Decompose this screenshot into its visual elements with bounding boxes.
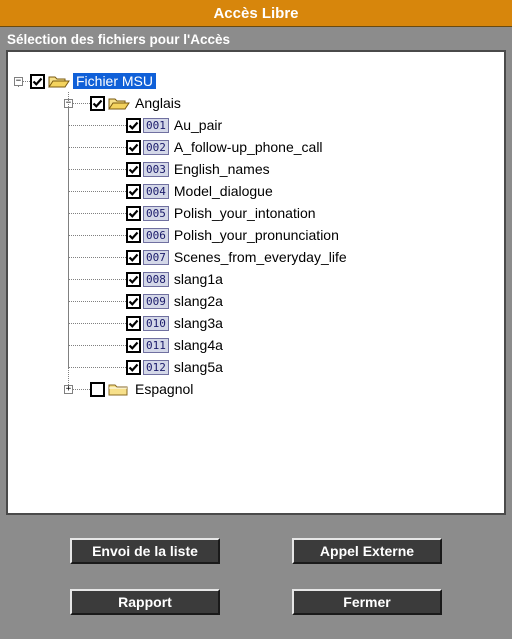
tree-connector xyxy=(68,92,69,385)
tree-connector xyxy=(68,323,126,324)
tree-connector xyxy=(23,81,30,82)
tree-item[interactable]: 009 slang2a xyxy=(126,290,223,312)
tree-item[interactable]: 003 English_names xyxy=(126,158,270,180)
item-number-badge: 011 xyxy=(143,337,169,353)
item-number-badge: 009 xyxy=(143,293,169,309)
checkbox-item[interactable] xyxy=(126,249,141,265)
item-label[interactable]: Polish_your_pronunciation xyxy=(174,227,339,243)
item-number-badge: 007 xyxy=(143,249,169,265)
checkbox-item[interactable] xyxy=(126,315,141,331)
checkbox-folder[interactable] xyxy=(90,381,105,397)
folder-open-icon xyxy=(48,76,70,87)
tree-item[interactable]: 007 Scenes_from_everyday_life xyxy=(126,246,347,268)
tree-connector xyxy=(68,345,126,346)
send-list-button[interactable]: Envoi de la liste xyxy=(70,538,220,564)
checkbox-item[interactable] xyxy=(126,205,141,221)
tree-connector xyxy=(68,257,126,258)
tree-item[interactable]: 006 Polish_your_pronunciation xyxy=(126,224,339,246)
item-number-badge: 012 xyxy=(143,359,169,375)
item-number-badge: 005 xyxy=(143,205,169,221)
item-label[interactable]: slang2a xyxy=(174,293,223,309)
tree-item[interactable]: 012 slang5a xyxy=(126,356,223,378)
tree-node-root[interactable]: Fichier MSU xyxy=(30,70,157,92)
tree-node-folder[interactable]: Espagnol xyxy=(90,378,193,400)
item-number-badge: 002 xyxy=(143,139,169,155)
expand-toggle-folder[interactable]: + xyxy=(64,385,73,394)
item-number-badge: 004 xyxy=(143,183,169,199)
item-label[interactable]: Model_dialogue xyxy=(174,183,273,199)
item-label[interactable]: slang5a xyxy=(174,359,223,375)
folder-label[interactable]: Espagnol xyxy=(135,381,193,397)
item-number-badge: 001 xyxy=(143,117,169,133)
tree-connector xyxy=(68,301,126,302)
checkbox-item[interactable] xyxy=(126,293,141,309)
item-label[interactable]: Scenes_from_everyday_life xyxy=(174,249,347,265)
checkbox-folder[interactable] xyxy=(90,95,105,111)
checkbox-item[interactable] xyxy=(126,271,141,287)
item-number-badge: 003 xyxy=(143,161,169,177)
tree-canvas: − Fichier MSU − Anglais 001 Au_pair 002 A_follo… xyxy=(8,52,504,513)
item-number-badge: 006 xyxy=(143,227,169,243)
report-button[interactable]: Rapport xyxy=(70,589,220,615)
checkbox-item[interactable] xyxy=(126,227,141,243)
tree-connector xyxy=(68,367,126,368)
folder-label[interactable]: Anglais xyxy=(135,95,181,111)
item-number-badge: 008 xyxy=(143,271,169,287)
tree-item[interactable]: 011 slang4a xyxy=(126,334,223,356)
folder-open-icon xyxy=(108,98,130,109)
tree-node-label[interactable]: Fichier MSU xyxy=(73,73,157,89)
tree-connector xyxy=(68,147,126,148)
item-label[interactable]: Au_pair xyxy=(174,117,222,133)
tree-connector xyxy=(73,103,90,104)
item-label[interactable]: Polish_your_intonation xyxy=(174,205,316,221)
item-label[interactable]: English_names xyxy=(174,161,270,177)
checkbox-item[interactable] xyxy=(126,161,141,177)
tree-connector xyxy=(68,191,126,192)
checkbox-item[interactable] xyxy=(126,117,141,133)
tree-item[interactable]: 010 slang3a xyxy=(126,312,223,334)
checkbox-item[interactable] xyxy=(126,183,141,199)
tree-connector xyxy=(18,86,19,87)
tree-item[interactable]: 002 A_follow-up_phone_call xyxy=(126,136,323,158)
tree-item[interactable]: 004 Model_dialogue xyxy=(126,180,273,202)
tree-node-folder[interactable]: Anglais xyxy=(90,92,181,114)
item-label[interactable]: slang4a xyxy=(174,337,223,353)
folder-closed-icon xyxy=(108,384,128,395)
item-label[interactable]: slang1a xyxy=(174,271,223,287)
tree-connector xyxy=(68,213,126,214)
checkbox-item[interactable] xyxy=(126,337,141,353)
checkbox-root[interactable] xyxy=(30,73,45,89)
file-tree[interactable]: − Fichier MSU − Anglais 001 Au_pair 002 A_follo… xyxy=(6,50,506,515)
tree-item[interactable]: 001 Au_pair xyxy=(126,114,222,136)
close-button[interactable]: Fermer xyxy=(292,589,442,615)
item-number-badge: 010 xyxy=(143,315,169,331)
tree-item[interactable]: 005 Polish_your_intonation xyxy=(126,202,316,224)
external-call-button[interactable]: Appel Externe xyxy=(292,538,442,564)
item-label[interactable]: A_follow-up_phone_call xyxy=(174,139,323,155)
expand-toggle-root[interactable]: − xyxy=(14,77,23,86)
checkbox-item[interactable] xyxy=(126,139,141,155)
tree-connector xyxy=(68,169,126,170)
tree-connector xyxy=(73,389,90,390)
tree-item[interactable]: 008 slang1a xyxy=(126,268,223,290)
checkbox-item[interactable] xyxy=(126,359,141,375)
tree-connector xyxy=(68,235,126,236)
window-title: Accès Libre xyxy=(0,0,512,27)
tree-connector xyxy=(68,125,126,126)
item-label[interactable]: slang3a xyxy=(174,315,223,331)
tree-connector xyxy=(68,279,126,280)
